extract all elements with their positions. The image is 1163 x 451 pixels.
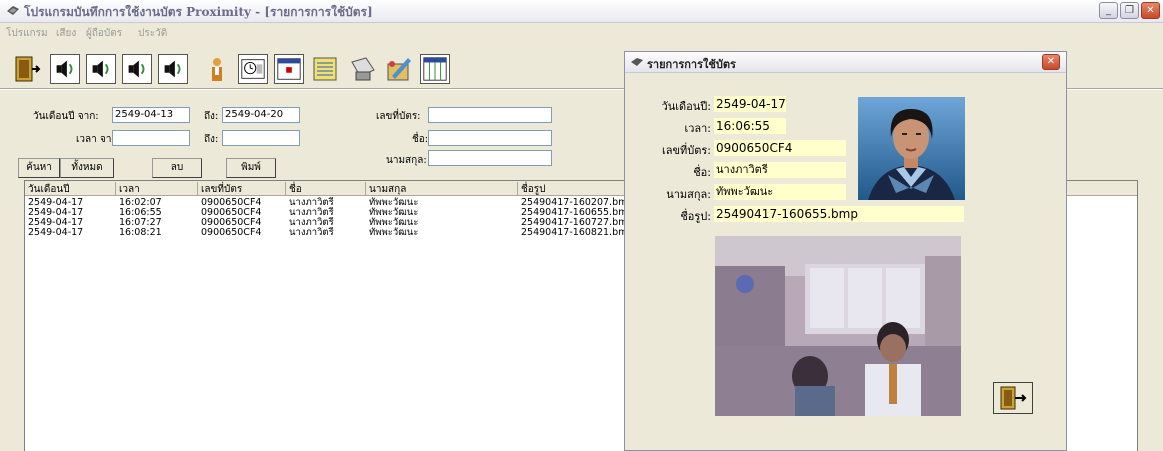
detail-time-label: เวลา:: [684, 122, 711, 135]
column-time[interactable]: เวลา: [116, 182, 198, 195]
cell-surname: ทัพพะวัฒนะ: [369, 227, 419, 238]
show-all-button[interactable]: ทั้งหมด: [60, 158, 114, 178]
surname-input[interactable]: [428, 150, 552, 166]
dialog-close-button[interactable]: ✕: [1042, 54, 1060, 70]
window-title: โปรแกรมบันทึกการใช้งานบัตร Proximity - […: [24, 5, 373, 19]
surname-label: นามสกุล:: [386, 155, 427, 166]
print-button[interactable]: พิมพ์: [226, 158, 276, 178]
title-bar: โปรแกรมบันทึกการใช้งานบัตร Proximity - […: [0, 0, 1163, 23]
speaker-icon-1[interactable]: [50, 54, 80, 84]
speaker-icon-4[interactable]: [158, 54, 188, 84]
menu-history[interactable]: ประวัติ: [138, 26, 167, 41]
menu-bar: โปรแกรม เสียง ผู้ถือบัตร ประวัติ: [0, 23, 1163, 41]
menu-sound[interactable]: เสียง: [56, 26, 76, 41]
captured-snapshot: [715, 236, 961, 416]
time-from-input[interactable]: [112, 130, 190, 146]
card-number-input[interactable]: [428, 107, 552, 123]
date-from-label: วันเดือนปี จาก:: [33, 111, 99, 122]
dialog-title-bar: รายการการใช้บัตร ✕: [625, 52, 1066, 73]
cardholder-photo: [858, 97, 965, 200]
time-to-label: ถึง:: [204, 134, 219, 145]
table-row[interactable]: 2549-04-17 16:08:21 0900650CF4 นางภาวิตรี ทั…: [25, 227, 633, 238]
cell-image-name: 25490417-160821.bmp: [521, 227, 634, 238]
menu-program[interactable]: โปรแกรม: [6, 26, 48, 41]
date-from-input[interactable]: 2549-04-13: [112, 107, 190, 123]
cell-card-number: 0900650CF4: [201, 227, 262, 238]
menu-cardholder[interactable]: ผู้ถือบัตร: [86, 26, 122, 41]
column-image-name[interactable]: ชื่อรูป: [518, 182, 628, 195]
pen-book-icon[interactable]: [384, 54, 414, 84]
app-icon: [631, 58, 643, 66]
cell-name: นางภาวิตรี: [289, 227, 334, 238]
usage-detail-dialog: รายการการใช้บัตร ✕ วันเดือนปี: 2549-04-1…: [624, 51, 1067, 451]
app-icon: [7, 6, 19, 15]
list-grid-icon[interactable]: [420, 54, 450, 84]
cell-date: 2549-04-17: [28, 227, 84, 238]
detail-name-value: นางภาวิตรี: [714, 162, 846, 178]
detail-image-value: 25490417-160655.bmp: [714, 206, 964, 222]
detail-surname-label: นามสกุล:: [666, 188, 711, 201]
notebook-icon[interactable]: [310, 54, 340, 84]
exit-door-icon[interactable]: [993, 382, 1033, 414]
close-button[interactable]: ✕: [1141, 2, 1160, 19]
column-name[interactable]: ชื่อ: [286, 182, 366, 195]
speaker-icon-3[interactable]: [122, 54, 152, 84]
search-button[interactable]: ค้นหา: [18, 158, 60, 178]
detail-card-value: 0900650CF4: [714, 140, 846, 156]
name-label: ชื่อ:: [412, 134, 429, 145]
detail-card-label: เลขที่บัตร:: [661, 144, 711, 157]
detail-date-value: 2549-04-17: [714, 96, 786, 112]
calendar-icon[interactable]: [274, 54, 304, 84]
cell-time: 16:08:21: [119, 227, 162, 238]
column-card-number[interactable]: เลขที่บัตร: [198, 182, 286, 195]
date-to-input[interactable]: 2549-04-20: [222, 107, 300, 123]
clock-calendar-icon[interactable]: [238, 54, 268, 84]
date-to-label: ถึง:: [204, 111, 219, 122]
person-info-icon[interactable]: [202, 54, 232, 84]
delete-button[interactable]: ลบ: [152, 158, 202, 178]
dialog-title: รายการการใช้บัตร: [647, 58, 736, 71]
detail-image-label: ชื่อรูป:: [680, 210, 711, 223]
column-surname[interactable]: นามสกุล: [366, 182, 518, 195]
card-number-label: เลขที่บัตร:: [376, 111, 421, 122]
name-input[interactable]: [428, 130, 552, 146]
exit-door-icon[interactable]: [12, 54, 42, 84]
speaker-icon-2[interactable]: [86, 54, 116, 84]
detail-name-label: ชื่อ:: [693, 166, 711, 179]
minimize-button[interactable]: _: [1099, 2, 1118, 19]
card-reader-icon[interactable]: [348, 54, 378, 84]
detail-time-value: 16:06:55: [714, 118, 786, 134]
time-to-input[interactable]: [222, 130, 300, 146]
restore-button[interactable]: ❐: [1120, 2, 1139, 19]
detail-date-label: วันเดือนปี:: [661, 100, 711, 113]
column-date[interactable]: วันเดือนปี: [25, 182, 116, 195]
detail-surname-value: ทัพพะวัฒนะ: [714, 184, 846, 200]
